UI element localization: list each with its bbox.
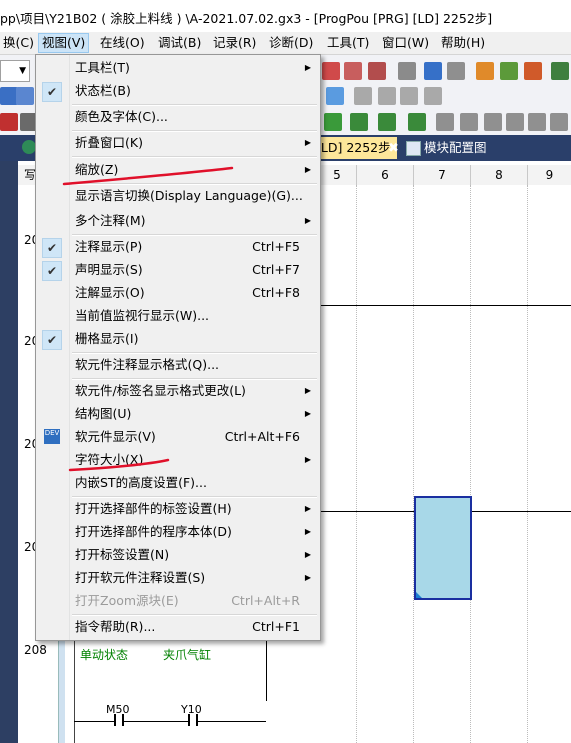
annotation-stroke	[62, 166, 234, 186]
annotation-stroke	[68, 458, 170, 472]
annotation-layer	[62, 166, 234, 472]
